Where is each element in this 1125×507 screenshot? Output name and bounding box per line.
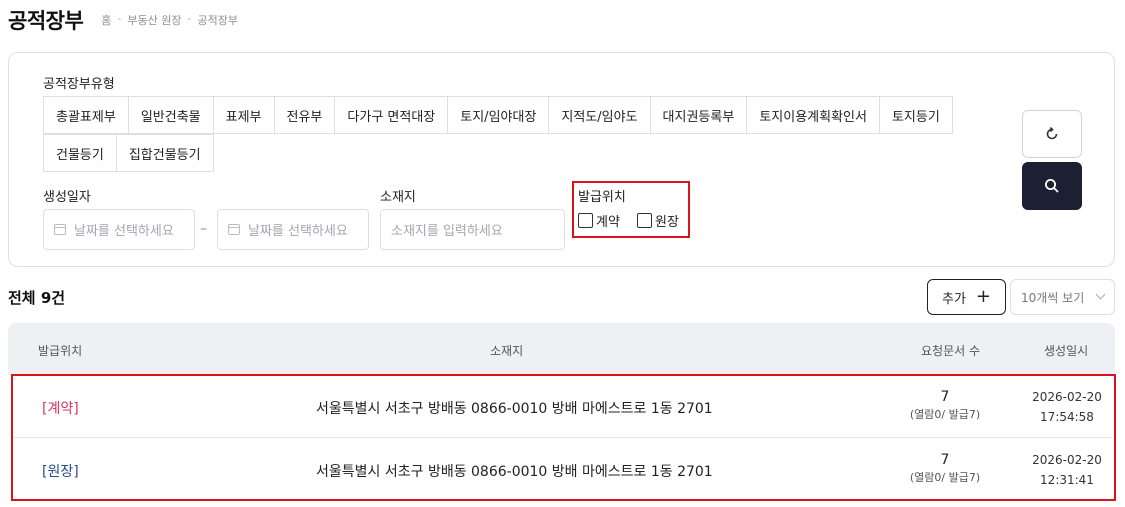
checkbox-contract[interactable]: 계약 [578, 211, 620, 230]
checkbox-square[interactable] [578, 213, 593, 228]
table-header: 발급위치 소재지 요청문서 수 생성일시 [8, 323, 1115, 375]
ledger-type-label: 공적장부유형 [43, 77, 115, 92]
plus-icon: + [975, 286, 991, 307]
ledger-type-chip[interactable]: 지적도/임야도 [548, 96, 651, 134]
total-count: 전체 9건 [8, 289, 66, 307]
column-header-created-at: 생성일시 [1044, 344, 1089, 358]
search-button[interactable] [1022, 162, 1082, 210]
breadcrumb-ledger[interactable]: 부동산 원장 [127, 12, 181, 28]
date-to-placeholder: 날짜를 선택하세요 [248, 224, 348, 239]
refresh-icon [1046, 126, 1058, 140]
ledger-type-chip[interactable]: 토지이용계획확인서 [746, 96, 880, 134]
column-header-doc-count: 요청문서 수 [921, 344, 981, 358]
column-header-address: 소재지 [490, 344, 524, 358]
date-range-separator: – [200, 221, 207, 237]
breadcrumb-separator: - [117, 12, 122, 25]
location-label: 소재지 [380, 190, 416, 205]
ledger-type-chip[interactable]: 집합건물등기 [115, 134, 214, 172]
reset-button[interactable] [1022, 110, 1082, 158]
chevron-down-icon [1095, 289, 1106, 300]
calendar-icon [54, 224, 66, 235]
page-size-select[interactable]: 10개씩 보기 [1010, 279, 1115, 315]
search-icon [1045, 179, 1059, 193]
ledger-type-chip[interactable]: 대지권등록부 [649, 96, 748, 134]
issue-location-filter: 발급위치 계약 원장 [572, 181, 690, 238]
breadcrumb-home[interactable]: 홈 [101, 12, 111, 28]
page-title: 공적장부 [8, 9, 84, 33]
checkbox-contract-label: 계약 [596, 215, 620, 230]
ledger-type-chip[interactable]: 토지등기 [878, 96, 953, 134]
created-date-label: 생성일자 [43, 190, 91, 205]
page-size-value: 10개씩 보기 [1021, 290, 1085, 305]
add-button-label: 추가 [941, 291, 966, 307]
page-header: 공적장부 홈 - 부동산 원장 - 공적장부 [8, 6, 238, 34]
add-button[interactable]: 추가 + [927, 279, 1006, 315]
ledger-type-row-1: 총괄표제부 일반건축물 표제부 전유부 다가구 면적대장 토지/임야대장 지적도… [43, 96, 953, 134]
date-from-placeholder: 날짜를 선택하세요 [74, 224, 174, 239]
ledger-type-chip[interactable]: 전유부 [273, 96, 336, 134]
highlight-box [11, 374, 1116, 501]
filter-panel: 공적장부유형 총괄표제부 일반건축물 표제부 전유부 다가구 면적대장 토지/임… [8, 52, 1115, 267]
ledger-type-chip[interactable]: 총괄표제부 [43, 96, 129, 134]
ledger-type-chip[interactable]: 표제부 [212, 96, 275, 134]
ledger-type-row-2: 건물등기 집합건물등기 [43, 134, 214, 172]
checkbox-ledger[interactable]: 원장 [637, 211, 679, 230]
issue-location-label: 발급위치 [578, 190, 626, 205]
column-header-issue-location: 발급위치 [38, 344, 83, 358]
breadcrumb-current: 공적장부 [197, 14, 238, 27]
ledger-type-chip[interactable]: 일반건축물 [127, 96, 214, 134]
location-input[interactable]: 소재지를 입력하세요 [380, 209, 565, 250]
calendar-icon [228, 224, 240, 235]
checkbox-ledger-label: 원장 [655, 215, 679, 230]
breadcrumb-separator: - [187, 12, 192, 25]
date-from-input[interactable]: 날짜를 선택하세요 [43, 209, 195, 250]
breadcrumb: 홈 - 부동산 원장 - 공적장부 [101, 12, 238, 28]
checkbox-square[interactable] [637, 213, 652, 228]
ledger-type-chip[interactable]: 건물등기 [43, 134, 117, 172]
ledger-type-chip[interactable]: 토지/임야대장 [447, 96, 550, 134]
date-to-input[interactable]: 날짜를 선택하세요 [217, 209, 369, 250]
ledger-type-chip[interactable]: 다가구 면적대장 [334, 96, 449, 134]
results-table: 발급위치 소재지 요청문서 수 생성일시 [8, 323, 1115, 375]
